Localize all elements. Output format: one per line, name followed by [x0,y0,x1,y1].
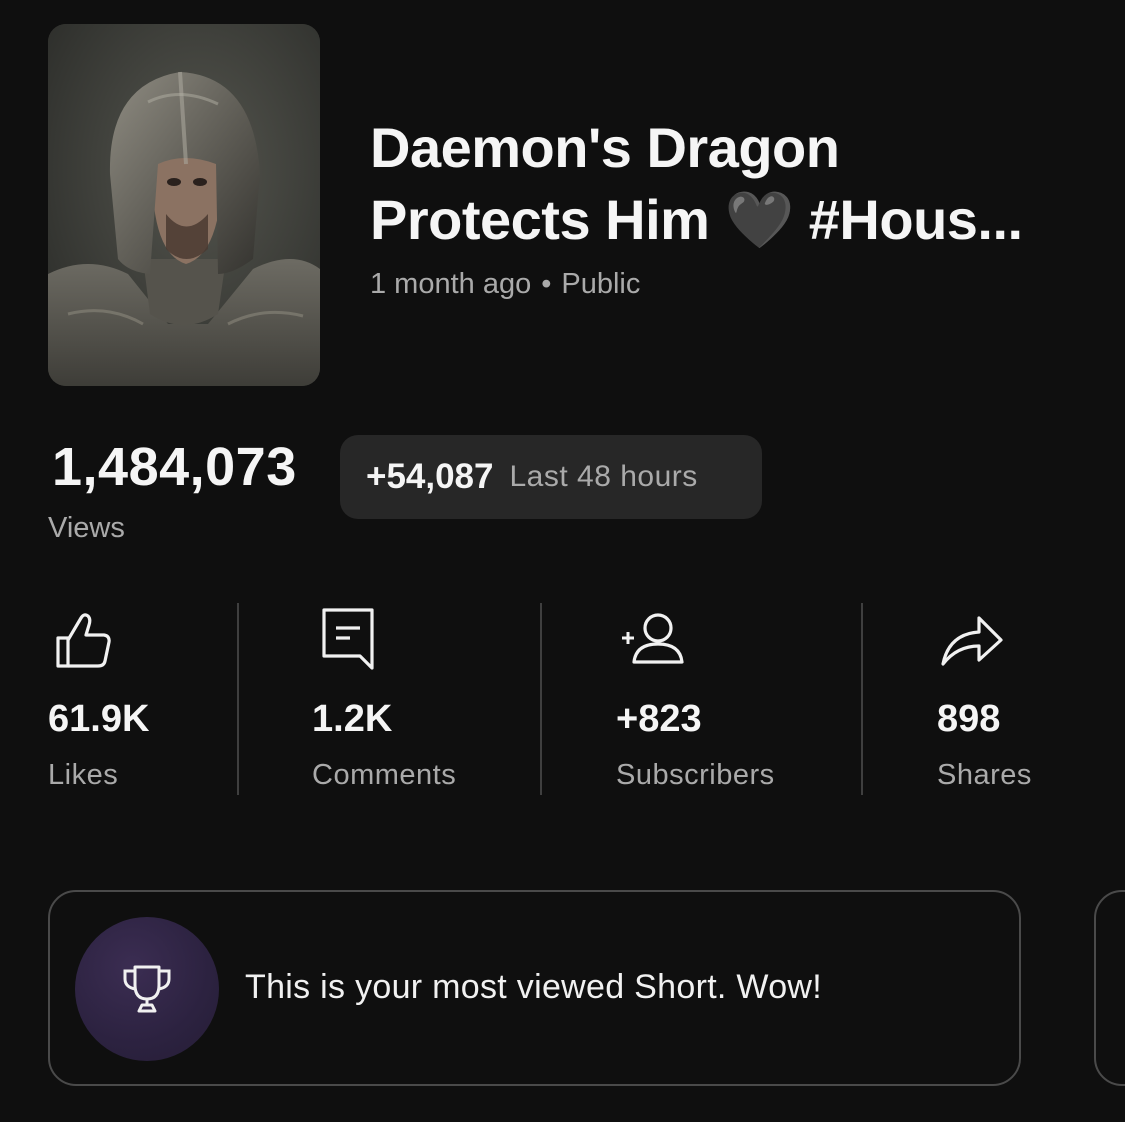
visibility-status: Public [561,268,641,300]
views-delta-period: Last 48 hours [509,460,698,493]
trophy-icon [123,965,171,1013]
views-delta: +54,087 [366,457,494,496]
upload-age: 1 month ago [370,268,532,300]
shares-label: Shares [937,759,1032,791]
video-title[interactable]: Daemon's Dragon Protects Him 🖤 #Hous... [370,112,1090,256]
next-insight-card[interactable] [1094,890,1125,1086]
comments-value: 1.2K [312,698,393,740]
thumbs-up-icon [56,613,111,668]
views-count: 1,484,073 [52,437,297,497]
stat-divider [237,603,239,795]
comment-icon [322,608,374,670]
insight-card[interactable]: This is your most viewed Short. Wow! [48,890,1021,1086]
likes-label: Likes [48,759,119,791]
subscribers-label: Subscribers [616,759,775,791]
subscribers-value: +823 [616,698,702,740]
helmeted-knight-image [48,24,320,386]
insight-message: This is your most viewed Short. Wow! [245,968,823,1006]
video-thumbnail[interactable] [48,24,320,386]
comments-label: Comments [312,759,457,791]
views-label: Views [48,512,125,544]
share-arrow-icon [941,616,1003,666]
video-meta: 1 month ago • Public [370,268,640,301]
likes-value: 61.9K [48,698,150,740]
add-person-icon [622,613,684,664]
meta-separator: • [541,268,552,300]
stat-divider [861,603,863,795]
views-delta-pill: +54,087 Last 48 hours [340,435,762,519]
shares-value: 898 [937,698,1001,740]
trophy-badge [75,917,219,1061]
stat-divider [540,603,542,795]
